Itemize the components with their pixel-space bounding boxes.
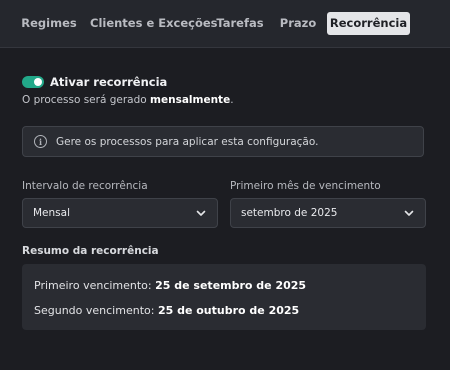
tab-clientes-excecoes[interactable]: Clientes e Exceções bbox=[90, 12, 218, 35]
first-month-select-value: setembro de 2025 bbox=[241, 207, 338, 219]
frequency-suffix: . bbox=[230, 94, 234, 106]
chevron-down-icon bbox=[196, 210, 206, 216]
info-circle-icon: i bbox=[34, 135, 47, 148]
summary-panel: Primeiro vencimento: 25 de setembro de 2… bbox=[22, 264, 426, 330]
interval-label: Intervalo de recorrência bbox=[22, 180, 148, 192]
first-due-line: Primeiro vencimento: 25 de setembro de 2… bbox=[34, 279, 306, 292]
second-due-label: Segundo vencimento: bbox=[34, 304, 158, 317]
frequency-prefix: O processo será gerado bbox=[22, 94, 151, 106]
recurrence-toggle-label: Ativar recorrência bbox=[50, 74, 168, 89]
info-banner-text: Gere os processos para aplicar esta conf… bbox=[56, 135, 319, 148]
first-due-value: 25 de setembro de 2025 bbox=[155, 279, 307, 292]
second-due-value: 25 de outubro de 2025 bbox=[157, 304, 300, 317]
tab-recorrencia[interactable]: Recorrência bbox=[327, 12, 410, 35]
interval-select-value: Mensal bbox=[33, 207, 70, 219]
tab-bar: Regimes Clientes e Exceções Tarefas Praz… bbox=[0, 0, 450, 48]
interval-select[interactable]: Mensal bbox=[22, 198, 218, 228]
first-month-label: Primeiro mês de vencimento bbox=[230, 180, 381, 192]
chevron-down-icon bbox=[404, 210, 414, 216]
tab-regimes[interactable]: Regimes bbox=[17, 12, 81, 35]
summary-title: Resumo da recorrência bbox=[22, 245, 159, 257]
first-month-select[interactable]: setembro de 2025 bbox=[230, 198, 426, 228]
first-due-label: Primeiro vencimento: bbox=[34, 279, 156, 292]
toggle-knob bbox=[34, 77, 42, 86]
recurrence-toggle-row: Ativar recorrência bbox=[22, 74, 167, 89]
frequency-description: O processo será gerado mensalmente. bbox=[22, 94, 234, 106]
info-banner: i Gere os processos para aplicar esta co… bbox=[22, 126, 424, 157]
recurrence-toggle[interactable] bbox=[22, 75, 44, 88]
tab-prazo[interactable]: Prazo bbox=[276, 12, 320, 35]
second-due-line: Segundo vencimento: 25 de outubro de 202… bbox=[34, 304, 299, 317]
frequency-value: mensalmente bbox=[150, 94, 231, 106]
tab-tarefas[interactable]: Tarefas bbox=[212, 12, 268, 35]
